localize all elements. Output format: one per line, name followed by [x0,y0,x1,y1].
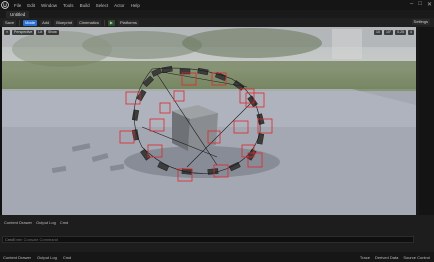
status-bar: Content Drawer Output Log Cmd Trace Deri… [0,252,434,262]
toolbar-divider [103,19,105,26]
play-button[interactable]: ▶ [107,19,115,26]
status-cmd[interactable]: Cmd [63,255,71,260]
content-bar: Content Drawer Output Log Cmd [0,219,434,225]
menu-edit[interactable]: Edit [27,3,35,8]
camera-speed-button[interactable]: 4 [408,29,414,35]
console-command-input[interactable] [13,237,313,242]
cinematics-button[interactable]: Cinematics [77,19,101,26]
menubar: File Edit Window Tools Build Select Acto… [0,0,434,10]
add-button[interactable]: Add [40,19,52,26]
content-drawer-tab[interactable]: Content Drawer [4,220,32,225]
perspective-button[interactable]: Perspective [12,29,35,35]
unreal-logo-icon[interactable] [0,0,10,10]
mode-button[interactable]: Mode [23,19,38,26]
show-button[interactable]: Show [46,29,59,35]
menu-select[interactable]: Select [96,3,109,8]
menu-build[interactable]: Build [80,3,90,8]
viewport-menu-button[interactable]: ≡ [4,29,11,35]
level-viewport[interactable]: ≡ Perspective Lit Show 10 10° 0.25 4 [2,27,416,215]
status-derived-data[interactable]: Derived Data [375,255,398,260]
lit-button[interactable]: Lit [36,29,45,35]
save-button[interactable]: Save [3,19,17,26]
bottom-panel: Content Drawer Output Log Cmd Cmd Conten… [0,215,434,262]
menu-file[interactable]: File [14,3,21,8]
close-button[interactable]: ✕ [427,1,432,8]
toolbar-divider [19,19,21,26]
status-content-drawer[interactable]: Content Drawer [3,255,31,260]
viewport-toolbar: ≡ Perspective Lit Show 10 10° 0.25 4 [4,29,414,35]
status-output-log[interactable]: Output Log [37,255,57,260]
scene-objects [119,65,273,182]
status-trace[interactable]: Trace [360,255,370,260]
right-side-panel [419,27,434,215]
grid-snap-button[interactable]: 10 [374,29,382,35]
maximize-button[interactable]: □ [418,1,422,8]
rotation-snap-button[interactable]: 10° [383,29,394,35]
status-source-control[interactable]: Source Control [403,255,430,260]
platforms-button[interactable]: Platforms [117,19,139,26]
tab-bar: Untitled [0,10,434,18]
cube-mesh[interactable] [172,105,218,151]
menu-window[interactable]: Window [41,3,57,8]
level-tab[interactable]: Untitled [6,11,30,18]
output-log-tab[interactable]: Output Log [36,220,56,225]
menu-tools[interactable]: Tools [63,3,74,8]
main-toolbar: Save Mode Add Blueprint Cinematics ▶ Pla… [0,18,434,27]
scale-snap-button[interactable]: 0.25 [395,29,407,35]
settings-button[interactable]: Settings [411,19,430,25]
menu-help[interactable]: Help [131,3,140,8]
menu-actor[interactable]: Actor [114,3,125,8]
console-command-row: Cmd [2,236,414,243]
blueprint-button[interactable]: Blueprint [54,19,75,26]
minimize-button[interactable]: – [410,1,413,8]
cmd-tab[interactable]: Cmd [60,220,68,225]
